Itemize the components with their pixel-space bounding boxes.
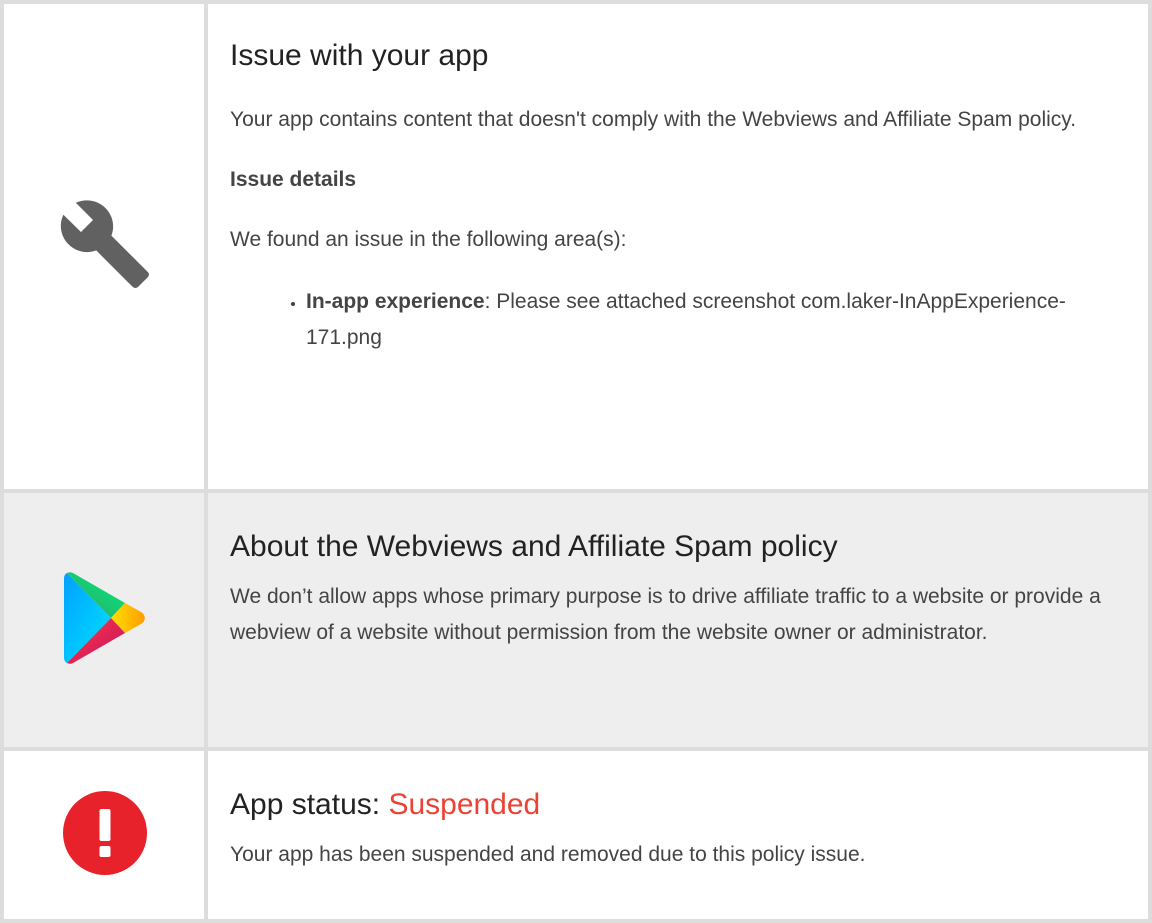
issue-icon-cell xyxy=(4,4,206,489)
issue-area-item: In-app experience: Please see attached s… xyxy=(306,284,1120,356)
policy-icon-cell xyxy=(4,493,206,747)
google-play-icon xyxy=(64,571,146,669)
issue-row: Issue with your app Your app contains co… xyxy=(0,0,1152,493)
issue-area-name: In-app experience xyxy=(306,290,485,313)
policy-title: About the Webviews and Affiliate Spam po… xyxy=(230,530,838,563)
issue-areas-list: In-app experience: Please see attached s… xyxy=(230,284,1120,356)
status-row: App status: Suspended Your app has been … xyxy=(0,747,1152,923)
row-divider-2 xyxy=(0,747,1152,751)
status-content: App status: Suspended Your app has been … xyxy=(230,787,1120,873)
status-value: Suspended xyxy=(388,788,541,821)
table-border-bottom xyxy=(0,919,1152,923)
issue-area-separator: : xyxy=(484,290,497,313)
table-border-top xyxy=(0,0,1152,4)
policy-row: About the Webviews and Affiliate Spam po… xyxy=(0,489,1152,751)
alert-icon xyxy=(61,789,149,882)
status-title: App status: Suspended xyxy=(230,787,1120,823)
issue-content: Issue with your app Your app contains co… xyxy=(230,38,1120,356)
status-label: App status: xyxy=(230,788,389,821)
policy-description: We don’t allow apps whose primary purpos… xyxy=(230,585,1101,644)
issue-description: Your app contains content that doesn't c… xyxy=(230,108,1077,131)
wrench-icon xyxy=(57,196,153,297)
policy-notice-table: Issue with your app Your app contains co… xyxy=(0,0,1152,923)
issue-details-heading: Issue details xyxy=(230,168,357,191)
column-divider xyxy=(204,0,208,923)
status-description: Your app has been suspended and removed … xyxy=(230,843,866,866)
table-border-right xyxy=(1148,0,1152,923)
row-divider-1 xyxy=(0,489,1152,493)
status-icon-cell xyxy=(4,751,206,919)
issue-areas-intro: We found an issue in the following area(… xyxy=(230,228,627,251)
table-border-left xyxy=(0,0,4,923)
policy-content: About the Webviews and Affiliate Spam po… xyxy=(230,529,1120,651)
issue-title: Issue with your app xyxy=(230,39,489,72)
